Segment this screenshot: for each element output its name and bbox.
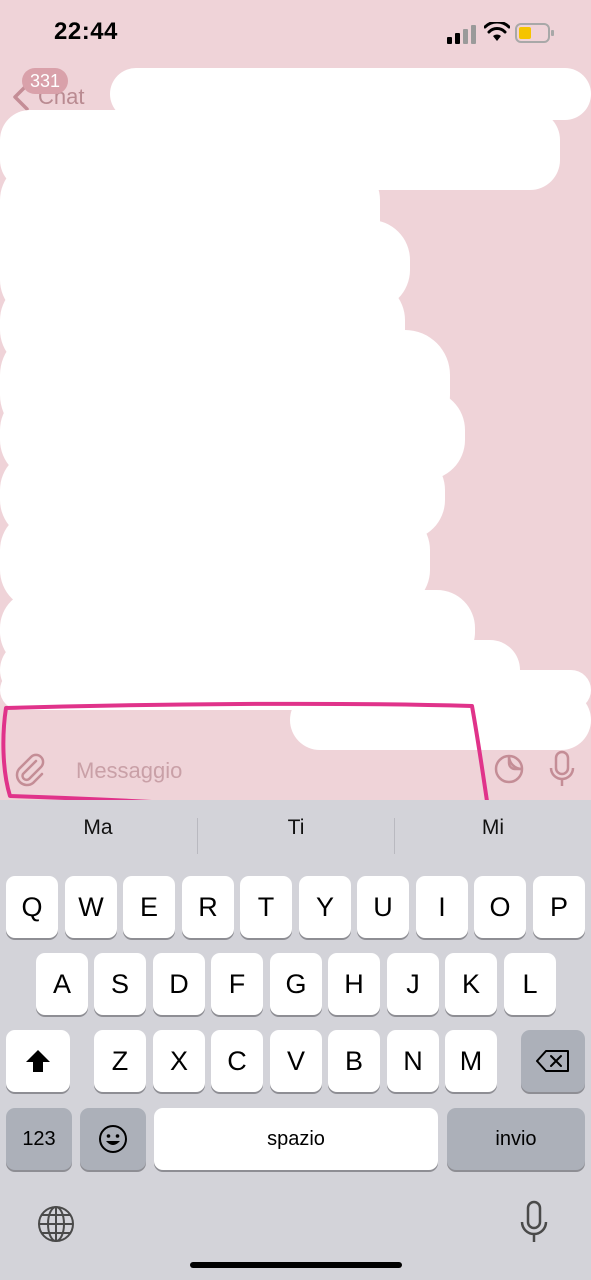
key-u[interactable]: U: [357, 876, 409, 938]
key-m[interactable]: M: [445, 1030, 497, 1092]
dictation-icon[interactable]: [518, 1200, 550, 1246]
key-k[interactable]: K: [445, 953, 497, 1015]
key-f[interactable]: F: [211, 953, 263, 1015]
suggestion-3[interactable]: Mi: [395, 816, 591, 840]
key-c[interactable]: C: [211, 1030, 263, 1092]
key-q[interactable]: Q: [6, 876, 58, 938]
key-y[interactable]: Y: [299, 876, 351, 938]
key-o[interactable]: O: [474, 876, 526, 938]
key-t[interactable]: T: [240, 876, 292, 938]
space-key[interactable]: spazio: [154, 1108, 438, 1170]
key-a[interactable]: A: [36, 953, 88, 1015]
key-j[interactable]: J: [387, 953, 439, 1015]
numbers-key[interactable]: 123: [6, 1108, 72, 1170]
microphone-icon[interactable]: [548, 750, 576, 788]
key-e[interactable]: E: [123, 876, 175, 938]
key-d[interactable]: D: [153, 953, 205, 1015]
return-key[interactable]: invio: [447, 1108, 585, 1170]
emoji-key[interactable]: [80, 1108, 146, 1170]
status-time: 22:44: [54, 18, 118, 45]
key-w[interactable]: W: [65, 876, 117, 938]
key-x[interactable]: X: [153, 1030, 205, 1092]
key-l[interactable]: L: [504, 953, 556, 1015]
key-n[interactable]: N: [387, 1030, 439, 1092]
key-r[interactable]: R: [182, 876, 234, 938]
key-i[interactable]: I: [416, 876, 468, 938]
home-indicator: [190, 1262, 402, 1268]
battery-icon: [515, 23, 554, 43]
key-g[interactable]: G: [270, 953, 322, 1015]
emoji-icon: [99, 1125, 127, 1153]
wifi-icon: [484, 22, 510, 41]
key-h[interactable]: H: [328, 953, 380, 1015]
suggestion-1[interactable]: Ma: [0, 816, 196, 840]
key-z[interactable]: Z: [94, 1030, 146, 1092]
key-b[interactable]: B: [328, 1030, 380, 1092]
key-p[interactable]: P: [533, 876, 585, 938]
globe-icon[interactable]: [36, 1204, 76, 1244]
key-s[interactable]: S: [94, 953, 146, 1015]
shift-icon: [26, 1050, 50, 1072]
backspace-key[interactable]: [521, 1030, 585, 1092]
status-bar: 22:44: [0, 0, 591, 64]
cellular-signal-icon: [447, 25, 476, 44]
backspace-icon: [536, 1050, 569, 1072]
shift-key[interactable]: [6, 1030, 70, 1092]
key-v[interactable]: V: [270, 1030, 322, 1092]
suggestion-2[interactable]: Ti: [198, 816, 394, 840]
redaction-scribble: [0, 68, 591, 750]
